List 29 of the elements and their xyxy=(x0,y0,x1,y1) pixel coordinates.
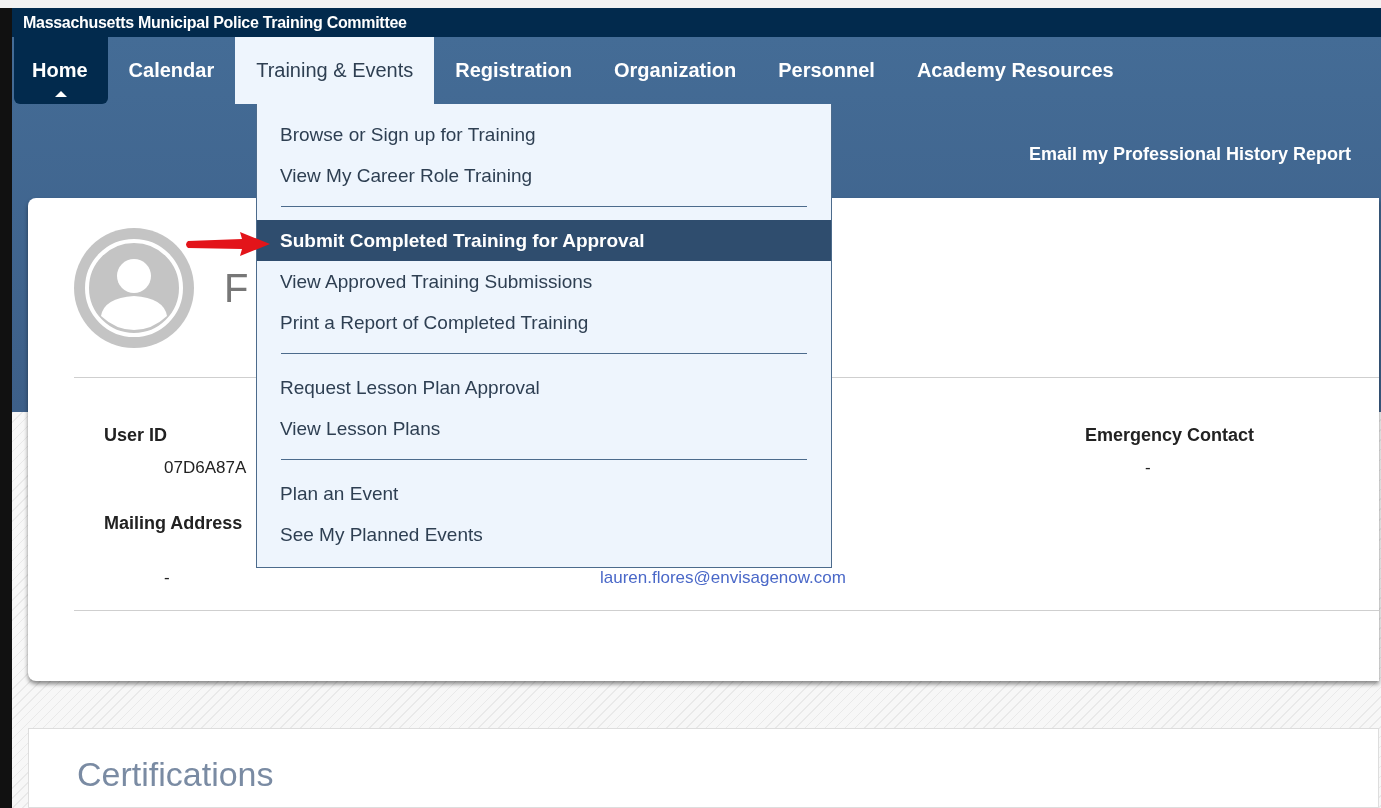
field-label: User ID xyxy=(104,425,168,446)
menu-item[interactable]: View Approved Training Submissions xyxy=(257,261,831,302)
nav-tab[interactable]: Calendar xyxy=(107,37,236,104)
field-label: Emergency Contact xyxy=(1085,425,1255,446)
profile-name: F xyxy=(224,265,249,311)
menu-item[interactable]: Browse or Sign up for Training xyxy=(257,114,831,155)
menu-item[interactable]: Print a Report of Completed Training xyxy=(257,302,831,343)
field-value: 07D6A87A xyxy=(164,458,247,478)
nav-tab[interactable]: Training & Events xyxy=(235,37,435,104)
caret-icon xyxy=(54,91,67,97)
menu-item[interactable]: View Lesson Plans xyxy=(257,408,831,449)
site-title: Massachusetts Municipal Police Training Committee xyxy=(23,13,407,32)
nav-tab[interactable]: Personnel xyxy=(757,37,896,104)
menu-item[interactable]: View My Career Role Training xyxy=(257,155,831,196)
avatar-icon xyxy=(74,228,194,348)
menu-item[interactable]: Plan an Event xyxy=(257,473,831,514)
nav-tab[interactable]: Home xyxy=(14,37,108,104)
email-link[interactable]: lauren.flores@envisagenow.com xyxy=(600,568,846,588)
menu-item[interactable]: Submit Completed Training for Approval xyxy=(257,220,831,261)
section-title: Certifications xyxy=(77,755,274,793)
menu-item[interactable]: Request Lesson Plan Approval xyxy=(257,367,831,408)
field-value: - xyxy=(1145,458,1151,478)
nav-tab[interactable]: Registration xyxy=(434,37,593,104)
field-value: - xyxy=(164,568,170,588)
nav-tab[interactable]: Academy Resources xyxy=(895,37,1135,104)
email-report-link[interactable]: Email my Professional History Report xyxy=(1028,143,1351,165)
menu-item[interactable]: See My Planned Events xyxy=(257,514,831,555)
nav-tab[interactable]: Organization xyxy=(592,37,758,104)
field-label: Mailing Address xyxy=(104,513,243,534)
